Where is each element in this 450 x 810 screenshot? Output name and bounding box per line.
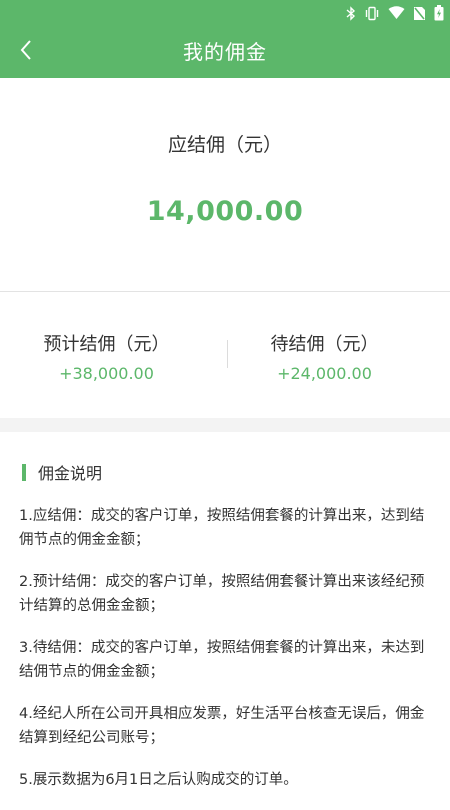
list-item: 4.经纪人所在公司开具相应发票，好生活平台核查无误后，佣金结算到经纪公司账号； [19, 706, 425, 746]
explanation-header: 佣金说明 [22, 460, 102, 484]
list-item: 2.预计结佣：成交的客户订单，按照结佣套餐计算出来该经纪预计结算的总佣金金额； [19, 574, 425, 614]
explanation-list: 1.应结佣：成交的客户订单，按照结佣套餐的计算出来，达到结佣节点的佣金金额； 2… [19, 504, 429, 810]
vibrate-icon [364, 6, 380, 21]
list-item: 1.应结佣：成交的客户订单，按照结佣套餐的计算出来，达到结佣节点的佣金金额； [19, 508, 425, 548]
status-bar [0, 0, 450, 26]
commission-explanation: 佣金说明 1.应结佣：成交的客户订单，按照结佣套餐的计算出来，达到结佣节点的佣金… [0, 432, 450, 800]
app-header: 我的佣金 [0, 0, 450, 78]
wifi-icon [388, 6, 405, 20]
settled-commission-label: 应结佣（元） [167, 134, 282, 156]
pending-commission-value: +24,000.00 [277, 364, 372, 383]
accent-bar [22, 463, 26, 481]
section-gap [0, 418, 450, 432]
page-title: 我的佣金 [183, 39, 267, 64]
estimated-commission-label: 预计结佣（元） [43, 334, 170, 355]
settled-commission-amount: 14,000.00 [146, 196, 304, 227]
commission-page: 我的佣金 应结佣（元） 14,000.00 预计结佣（元） +38,000.00… [0, 0, 450, 800]
commission-summary: 应结佣（元） 14,000.00 [0, 78, 450, 291]
explanation-title: 佣金说明 [38, 464, 103, 483]
no-sim-icon [413, 6, 426, 21]
list-item: 3.待结佣：成交的客户订单，按照结佣套餐的计算出来，未达到结佣节点的佣金金额； [19, 640, 425, 680]
bluetooth-icon [346, 5, 356, 21]
pending-commission: 待结佣（元） +24,000.00 [212, 330, 437, 383]
commission-stats: 预计结佣（元） +38,000.00 待结佣（元） +24,000.00 [0, 292, 450, 418]
status-icons [346, 5, 444, 21]
estimated-commission: 预计结佣（元） +38,000.00 [0, 330, 219, 383]
estimated-commission-value: +38,000.00 [59, 364, 154, 383]
list-item: 5.展示数据为6月1日之后认购成交的订单。 [19, 772, 298, 788]
nav-bar: 我的佣金 [0, 26, 450, 78]
pending-commission-label: 待结佣（元） [270, 334, 379, 355]
battery-charging-icon [434, 5, 444, 21]
